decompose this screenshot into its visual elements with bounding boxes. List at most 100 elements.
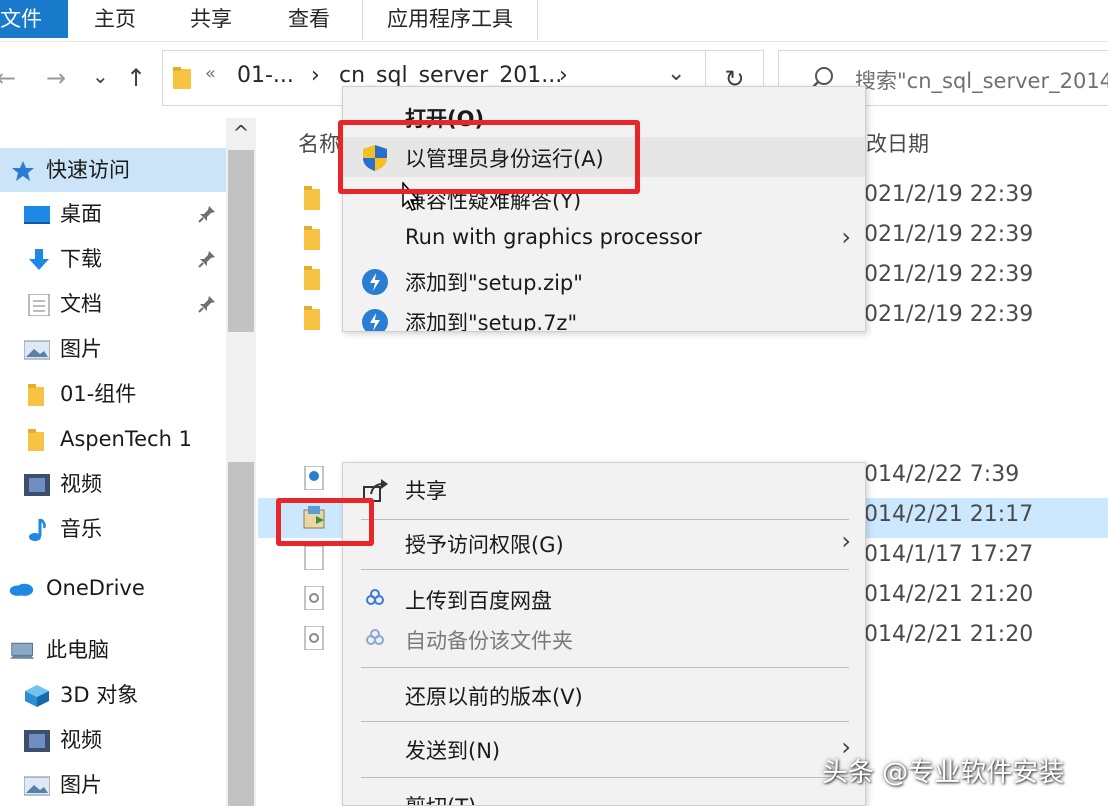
sidebar-item-desktop[interactable]: 桌面 <box>0 192 226 236</box>
file-date: 014/2/21 21:20 <box>864 582 1034 607</box>
address-separator[interactable]: › <box>311 63 320 88</box>
menu-item-upload-baidu[interactable]: 上传到百度网盘 <box>343 579 865 619</box>
menu-item-label: 发送到(N) <box>405 739 501 763</box>
menu-item-auto-backup-folder[interactable]: 自动备份该文件夹 <box>343 619 865 659</box>
sidebar-item-label: 桌面 <box>60 202 102 226</box>
file-date: 021/2/19 22:39 <box>864 222 1034 247</box>
up-button[interactable]: ↑ <box>126 58 146 98</box>
sidebar-item-label: 3D 对象 <box>60 683 139 707</box>
file-icon <box>304 546 324 570</box>
sidebar-item-label: 图片 <box>60 773 102 797</box>
address-overflow[interactable]: « <box>205 63 216 84</box>
file-date: 014/2/22 7:39 <box>864 462 1020 487</box>
file-date: 014/2/21 21:17 <box>864 502 1034 527</box>
menu-item-restore-previous-versions[interactable]: 还原以前的版本(V) <box>343 675 865 715</box>
recent-locations-button[interactable]: ⌄ <box>92 56 109 96</box>
highlight-box-run-as-admin <box>338 120 640 194</box>
file-date: 021/2/19 22:39 <box>864 262 1034 287</box>
sidebar-item-quick-access[interactable]: 快速访问 <box>0 148 226 192</box>
config-file-icon <box>304 586 324 610</box>
sidebar-item-label: 快速访问 <box>46 158 130 182</box>
document-icon <box>28 294 50 316</box>
pictures-icon <box>24 340 50 360</box>
sidebar-item-downloads[interactable]: 下载 <box>0 237 226 281</box>
sidebar-item-music[interactable]: 音乐 <box>0 507 226 551</box>
sidebar-item-documents[interactable]: 文档 <box>0 282 226 326</box>
sidebar-item-label: 视频 <box>60 728 102 752</box>
sidebar-item-onedrive[interactable]: OneDrive <box>0 566 226 610</box>
submenu-arrow-icon: › <box>841 223 851 251</box>
watermark: 头条 @专业软件安装 <box>822 758 1065 788</box>
baidu-netdisk-icon <box>366 629 384 645</box>
address-separator[interactable]: › <box>559 63 568 88</box>
menu-item-label: Run with graphics processor <box>405 225 702 249</box>
menu-separator <box>361 519 849 520</box>
menu-item-grant-access[interactable]: 授予访问权限(G) › <box>343 523 865 563</box>
menu-item-label: 添加到"setup.7z" <box>405 311 578 332</box>
folder-icon <box>304 266 320 290</box>
sidebar-item-this-pc[interactable]: 此电脑 <box>0 628 226 672</box>
computer-icon <box>10 642 35 659</box>
column-header-date-modified[interactable]: 改日期 <box>866 128 929 158</box>
sidebar-item-label: 文档 <box>60 292 102 316</box>
sidebar-item-videos[interactable]: 视频 <box>0 462 226 506</box>
sidebar-item-label: 视频 <box>60 472 102 496</box>
folder-icon <box>28 384 44 406</box>
menu-item-label: 共享 <box>405 479 447 503</box>
pictures-icon <box>24 776 50 796</box>
sidebar-item-label: 音乐 <box>60 517 102 541</box>
cloud-icon <box>9 583 34 596</box>
menu-item-send-to[interactable]: 发送到(N) › <box>343 729 865 769</box>
submenu-arrow-icon: › <box>841 527 851 555</box>
menu-item-share[interactable]: 共享 <box>343 469 865 509</box>
sidebar-item-label: 01-组件 <box>60 382 137 406</box>
back-button[interactable]: ← <box>0 58 16 98</box>
menu-item-label: 授予访问权限(G) <box>405 533 564 557</box>
bandizip-icon <box>362 309 388 331</box>
pin-icon[interactable] <box>198 205 216 223</box>
folder-icon <box>173 67 191 89</box>
sidebar-item-pictures[interactable]: 图片 <box>0 763 226 806</box>
desktop-icon <box>24 206 50 224</box>
sidebar-item-folder-01[interactable]: 01-组件 <box>0 372 226 416</box>
file-date: 014/1/17 17:27 <box>864 542 1034 567</box>
pin-icon[interactable] <box>198 250 216 268</box>
sidebar-item-label: OneDrive <box>46 576 145 600</box>
pin-icon[interactable] <box>198 295 216 313</box>
menu-separator <box>361 667 849 668</box>
video-icon <box>24 474 50 496</box>
tab-share[interactable]: 共享 <box>190 0 232 40</box>
address-dropdown[interactable]: ⌄ <box>667 61 685 86</box>
sidebar-item-3d-objects[interactable]: 3D 对象 <box>0 673 226 717</box>
sidebar-item-videos[interactable]: 视频 <box>0 718 226 762</box>
config-file-icon <box>304 626 324 650</box>
cube-icon <box>25 685 49 707</box>
video-icon <box>24 730 50 752</box>
music-icon <box>29 519 46 541</box>
menu-item-label: 上传到百度网盘 <box>405 589 552 613</box>
search-placeholder: 搜索"cn_sql_server_2014 <box>855 69 1108 93</box>
menu-item-add-to-zip[interactable]: 添加到"setup.zip" <box>343 261 865 301</box>
address-segment-cn-sql-server[interactable]: cn_sql_server_201... <box>339 63 562 88</box>
menu-separator <box>361 721 849 722</box>
sidebar-item-aspentech[interactable]: AspenTech 1 <box>0 417 226 461</box>
menu-item-add-to-7z[interactable]: 添加到"setup.7z" <box>343 301 865 332</box>
file-date: 021/2/19 22:39 <box>864 302 1034 327</box>
sidebar-item-pictures[interactable]: 图片 <box>0 327 226 371</box>
menu-item-run-with-gpu[interactable]: Run with graphics processor › <box>343 219 865 259</box>
menu-separator <box>361 777 849 778</box>
tab-home[interactable]: 主页 <box>94 0 136 40</box>
tab-view[interactable]: 查看 <box>288 0 330 40</box>
sidebar-item-label: 图片 <box>60 337 102 361</box>
forward-button[interactable]: → <box>46 58 66 98</box>
column-header-name[interactable]: 名称 <box>298 128 340 158</box>
menu-item-label: 剪切(T) <box>405 791 476 805</box>
menu-item-cut[interactable]: 剪切(T) <box>343 785 865 805</box>
address-segment-01[interactable]: 01-... <box>237 63 294 88</box>
tab-app-tools[interactable]: 应用程序工具 <box>362 0 538 40</box>
folder-icon <box>304 186 320 210</box>
folder-icon <box>28 429 44 451</box>
sidebar-item-label: AspenTech 1 <box>60 427 192 451</box>
bandizip-icon <box>362 269 388 295</box>
tab-file[interactable]: 文件 <box>0 0 68 38</box>
